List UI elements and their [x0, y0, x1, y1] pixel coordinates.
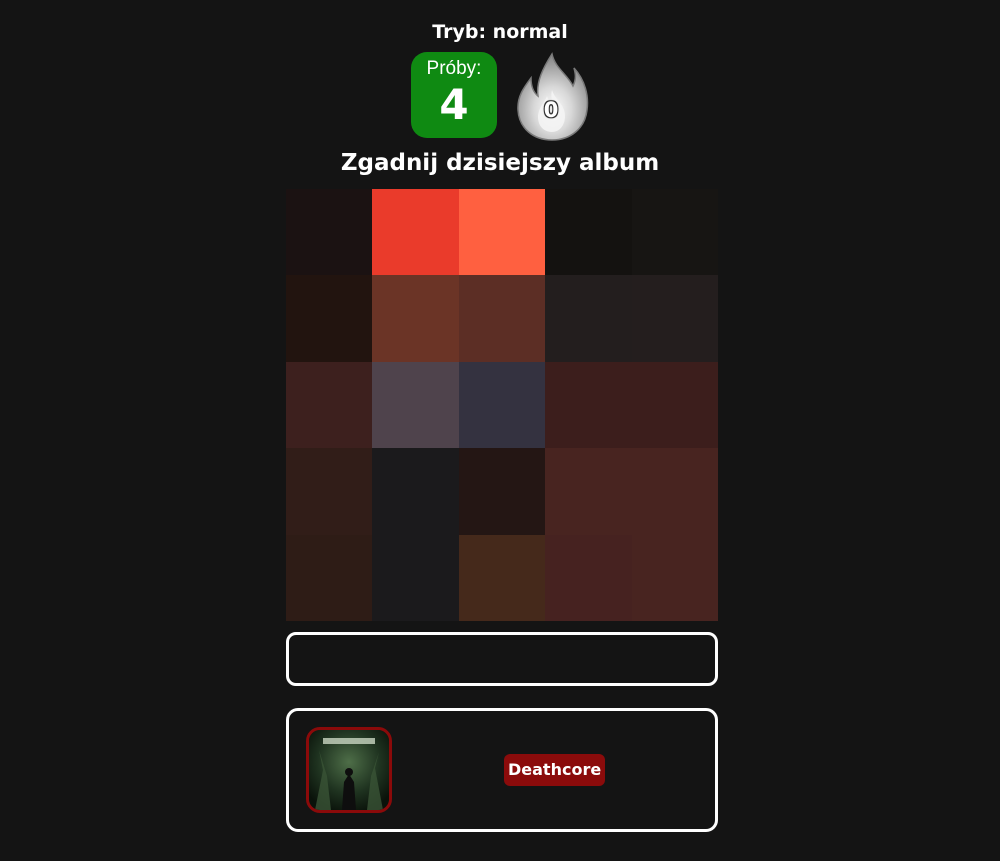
hint-card: Deathcore	[286, 708, 718, 832]
cover-tile	[545, 189, 632, 276]
cover-tile	[631, 448, 718, 535]
cover-tile	[286, 275, 373, 362]
cover-tile	[631, 275, 718, 362]
cover-tile	[631, 534, 718, 621]
cover-tile	[372, 189, 459, 276]
page-title: Zgadnij dzisiejszy album	[340, 150, 660, 176]
cover-tile	[372, 448, 459, 535]
cover-tile	[545, 275, 632, 362]
cover-tile	[458, 534, 546, 621]
album-thumbnail	[306, 727, 392, 813]
cover-tile	[545, 361, 632, 449]
cover-tile	[286, 534, 373, 621]
cover-tile	[631, 361, 718, 449]
cover-tile	[372, 361, 459, 449]
stats-bar: Próby: 4 0	[411, 52, 591, 144]
cover-tile	[545, 534, 632, 621]
genre-badge: Deathcore	[504, 754, 606, 786]
tries-count: 4	[439, 80, 469, 129]
cover-tile	[286, 361, 373, 449]
cover-tile	[286, 189, 373, 276]
cover-tile	[286, 448, 373, 535]
streak-counter: 0	[515, 52, 591, 144]
cover-tile	[458, 448, 546, 535]
album-guess-input[interactable]	[286, 632, 718, 686]
cover-tile	[631, 189, 718, 276]
album-cover-pixelated	[286, 189, 718, 621]
mode-label: Tryb: normal	[432, 21, 568, 43]
tries-label: Próby:	[426, 58, 482, 79]
cover-tile	[458, 361, 546, 449]
streak-count: 0	[543, 98, 559, 122]
game-page: Tryb: normal Próby: 4 0 Zgadnij dzisiejs…	[0, 0, 1000, 861]
cover-tile	[372, 534, 459, 621]
cover-tile	[458, 275, 546, 362]
album-thumbnail-image	[309, 730, 389, 810]
cover-tile	[545, 448, 632, 535]
cover-tile	[372, 275, 459, 362]
tries-counter: Próby: 4	[411, 52, 497, 138]
cover-tile	[458, 189, 546, 276]
